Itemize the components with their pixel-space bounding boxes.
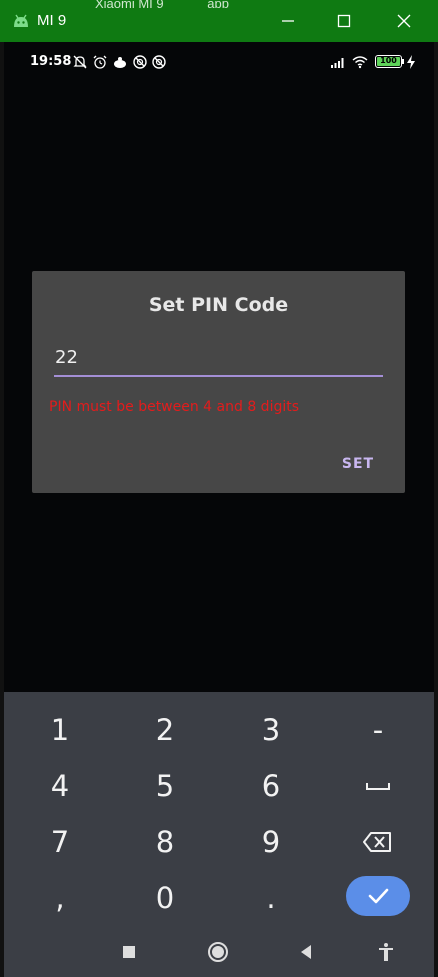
key-2[interactable]: 2	[135, 707, 195, 753]
key-6[interactable]: 6	[241, 763, 301, 809]
key-comma[interactable]: ,	[30, 875, 90, 921]
close-icon[interactable]	[393, 10, 415, 32]
emulator-title-bar: Xiaomi MI 9 app MI 9	[0, 0, 438, 42]
set-button[interactable]: SET	[328, 450, 388, 478]
done-button[interactable]	[346, 876, 410, 916]
recents-icon[interactable]	[117, 940, 141, 964]
key-4[interactable]: 4	[30, 763, 90, 809]
backspace-icon	[363, 832, 391, 852]
maximize-icon[interactable]	[333, 10, 355, 32]
key-1[interactable]: 1	[30, 707, 90, 753]
status-bar: 19:58 100	[4, 42, 434, 82]
pin-error-message: PIN must be between 4 and 8 digits	[49, 399, 300, 415]
notifications-off-icon	[73, 55, 87, 69]
key-3[interactable]: 3	[241, 707, 301, 753]
space-key[interactable]	[348, 763, 408, 809]
android-icon	[14, 14, 28, 27]
battery-tip	[402, 59, 404, 64]
background-title-text: Xiaomi MI 9	[95, 0, 164, 8]
battery-level: 100	[377, 57, 400, 66]
window-title: MI 9	[37, 12, 67, 29]
done-check-icon	[368, 888, 389, 904]
device-frame: 19:58 100 Set PIN Code 22 PIN must be be…	[0, 42, 438, 977]
backspace-key[interactable]	[348, 819, 408, 865]
charging-icon	[407, 55, 415, 69]
battery-icon: 100	[375, 55, 402, 68]
sync-icon	[152, 55, 166, 69]
key-9[interactable]: 9	[241, 819, 301, 865]
accessibility-icon[interactable]	[374, 940, 398, 964]
alarm-icon	[93, 55, 107, 69]
pin-input[interactable]: 22	[54, 345, 383, 377]
background-app-text: app	[207, 0, 229, 8]
key-7[interactable]: 7	[30, 819, 90, 865]
phone-screen: 19:58 100 Set PIN Code 22 PIN must be be…	[4, 42, 434, 977]
status-time: 19:58	[30, 54, 72, 69]
key-8[interactable]: 8	[135, 819, 195, 865]
app-notification-icon	[114, 57, 126, 68]
key-minus[interactable]: -	[348, 707, 408, 753]
background-window-text: Xiaomi MI 9 app	[95, 0, 269, 8]
signal-icon	[331, 58, 344, 68]
minimize-icon[interactable]	[277, 10, 299, 32]
dialog-title: Set PIN Code	[148, 294, 289, 316]
key-0[interactable]: 0	[135, 875, 195, 921]
wifi-icon	[352, 56, 368, 69]
numeric-keyboard: 1 2 3 - 4 5 6 7 8 9 , 0 .	[4, 692, 434, 977]
key-5[interactable]: 5	[135, 763, 195, 809]
set-pin-dialog: Set PIN Code 22 PIN must be between 4 an…	[32, 271, 405, 493]
key-period[interactable]: .	[241, 875, 301, 921]
space-icon	[366, 783, 390, 790]
sync-icon	[133, 55, 147, 69]
home-icon[interactable]	[206, 940, 230, 964]
back-icon[interactable]	[294, 940, 318, 964]
